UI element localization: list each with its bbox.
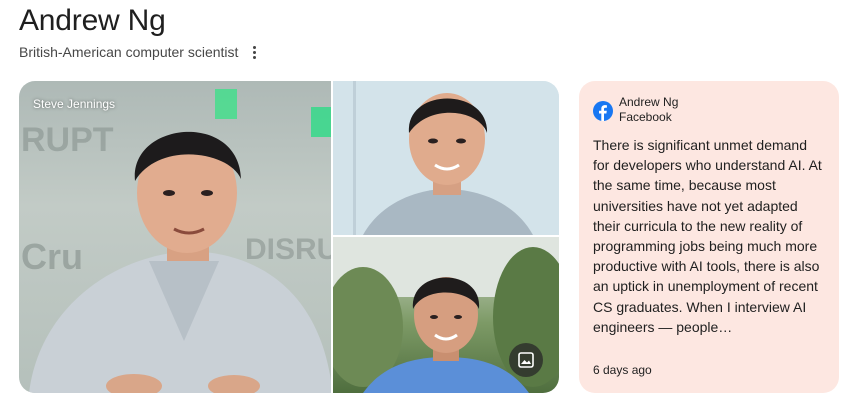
svg-text:Cru: Cru — [21, 236, 83, 277]
photo-credit: Steve Jennings — [33, 97, 116, 111]
entity-title: Andrew Ng — [19, 4, 166, 37]
photo-bottom-right[interactable] — [333, 237, 559, 393]
post-author: Andrew Ng — [619, 95, 679, 109]
image-icon[interactable] — [509, 343, 543, 377]
more-vert-icon[interactable] — [248, 43, 260, 61]
portrait-illustration: RUPT Cru DISRU — [21, 89, 331, 393]
svg-text:DISRU: DISRU — [245, 233, 331, 266]
social-post-card[interactable]: Andrew Ng Facebook There is significant … — [579, 81, 839, 393]
svg-text:RUPT: RUPT — [21, 121, 114, 159]
post-meta: Andrew Ng Facebook — [619, 95, 678, 125]
photo-top-right[interactable] — [333, 81, 559, 235]
post-text: There is significant unmet demand for de… — [593, 137, 822, 335]
entity-subtitle-row: British-American computer scientist — [19, 43, 260, 61]
entity-description: British-American computer scientist — [19, 44, 239, 60]
facebook-icon — [593, 101, 613, 121]
post-time: 6 days ago — [593, 363, 652, 377]
post-source: Facebook — [619, 110, 672, 124]
post-header: Andrew Ng Facebook — [593, 95, 825, 125]
main-photo[interactable]: RUPT Cru DISRU Steve Jennings — [19, 81, 331, 393]
image-gallery: RUPT Cru DISRU Steve Jennings — [19, 81, 559, 393]
portrait-illustration — [333, 81, 559, 235]
